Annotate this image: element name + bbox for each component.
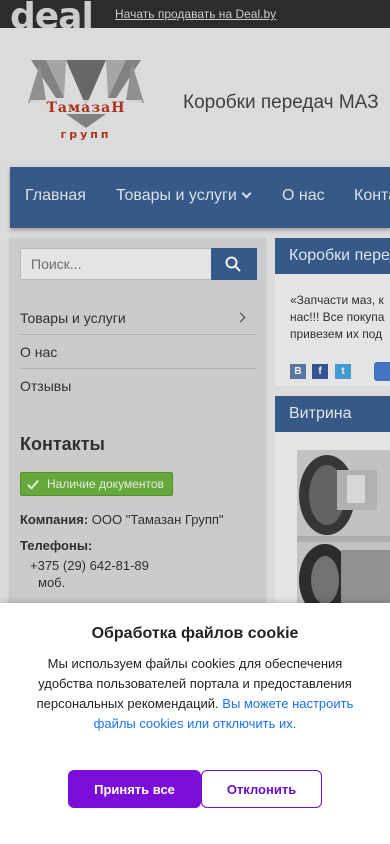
cookie-banner: Обработка файлов cookie Мы используем фа…	[0, 603, 390, 844]
accept-all-button[interactable]: Принять все	[68, 770, 201, 808]
cookie-title: Обработка файлов cookie	[91, 625, 299, 642]
decline-button[interactable]: Отклонить	[201, 770, 322, 808]
cookie-text: Мы используем файлы cookies для обеспече…	[30, 654, 360, 734]
page-overlay	[0, 0, 390, 603]
